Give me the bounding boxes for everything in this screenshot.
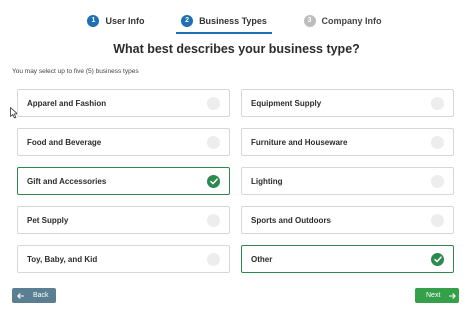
radio-indicator[interactable] bbox=[431, 174, 444, 188]
option-card[interactable]: Gift and Accessories bbox=[17, 167, 230, 195]
page-subtitle: You may select up to five (5) business t… bbox=[12, 68, 139, 75]
step-user-info[interactable]: 1 User Info bbox=[62, 9, 170, 32]
radio-indicator[interactable] bbox=[431, 135, 444, 149]
option-card[interactable]: Apparel and Fashion bbox=[17, 89, 230, 117]
option-label: Apparel and Fashion bbox=[27, 98, 107, 108]
option-card[interactable]: Pet Supply bbox=[17, 206, 230, 234]
arrow-left-icon bbox=[17, 292, 24, 299]
back-button-label: Back bbox=[33, 292, 49, 299]
next-button-label: Next bbox=[426, 292, 441, 299]
page-title: What best describes your business type? bbox=[113, 42, 360, 56]
option-card[interactable]: Sports and Outdoors bbox=[241, 206, 454, 234]
next-button[interactable]: Next bbox=[415, 288, 459, 303]
option-label: Equipment Supply bbox=[251, 98, 322, 108]
radio-indicator[interactable] bbox=[431, 96, 444, 110]
back-button[interactable]: Back bbox=[12, 288, 56, 303]
option-label: Gift and Accessories bbox=[27, 176, 107, 186]
option-label: Food and Beverage bbox=[27, 137, 102, 147]
step-business-types[interactable]: 2 Business Types bbox=[170, 9, 278, 34]
radio-indicator[interactable] bbox=[431, 252, 444, 266]
radio-indicator[interactable] bbox=[431, 213, 444, 227]
step-label: User Info bbox=[105, 15, 145, 26]
radio-indicator[interactable] bbox=[207, 252, 220, 266]
option-card[interactable]: Other bbox=[241, 245, 454, 273]
step-label: Company Info bbox=[321, 15, 382, 26]
radio-indicator[interactable] bbox=[207, 174, 220, 188]
step-number: 3 bbox=[303, 14, 316, 27]
option-card[interactable]: Furniture and Houseware bbox=[241, 128, 454, 156]
option-label: Sports and Outdoors bbox=[251, 215, 331, 225]
option-label: Toy, Baby, and Kid bbox=[27, 254, 98, 264]
arrow-right-icon bbox=[449, 292, 457, 299]
step-number: 1 bbox=[87, 14, 100, 27]
progress-stepper: 1 User Info 2 Business Types 3 Company I… bbox=[62, 9, 407, 34]
option-card[interactable]: Food and Beverage bbox=[17, 128, 230, 156]
step-label: Business Types bbox=[199, 15, 267, 26]
option-label: Pet Supply bbox=[27, 215, 69, 225]
step-company-info[interactable]: 3 Company Info bbox=[278, 9, 407, 32]
option-card[interactable]: Equipment Supply bbox=[241, 89, 454, 117]
check-icon bbox=[433, 255, 442, 262]
option-card[interactable]: Lighting bbox=[241, 167, 454, 195]
radio-indicator[interactable] bbox=[207, 213, 220, 227]
business-type-options: Apparel and Fashion Equipment Supply Foo… bbox=[17, 89, 454, 273]
check-icon bbox=[209, 177, 218, 184]
option-label: Other bbox=[251, 254, 273, 264]
option-card[interactable]: Toy, Baby, and Kid bbox=[17, 245, 230, 273]
option-label: Furniture and Houseware bbox=[251, 137, 348, 147]
radio-indicator[interactable] bbox=[207, 135, 220, 149]
business-type-page: 1 User Info 2 Business Types 3 Company I… bbox=[0, 0, 473, 311]
radio-indicator[interactable] bbox=[207, 96, 220, 110]
step-number: 2 bbox=[181, 14, 194, 27]
option-label: Lighting bbox=[251, 176, 283, 186]
